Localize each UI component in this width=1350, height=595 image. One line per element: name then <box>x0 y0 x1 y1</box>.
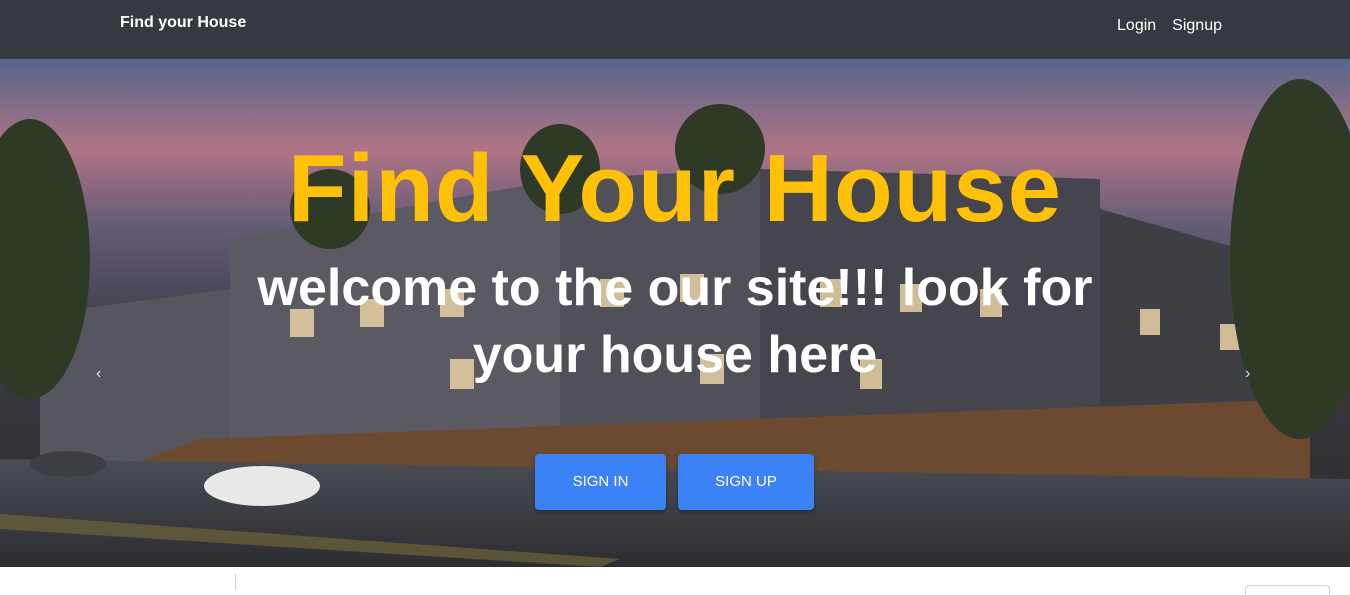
nav-login-link[interactable]: Login <box>1117 16 1156 36</box>
hero-overlay: Find Your House welcome to the our site!… <box>0 59 1350 567</box>
chevron-left-icon[interactable]: ‹ <box>96 364 101 384</box>
sign-up-button[interactable]: SIGN UP <box>678 454 814 510</box>
brand-logo[interactable]: Find your House <box>120 13 246 33</box>
divider <box>235 574 236 589</box>
hero-subtitle: welcome to the our site!!! look for your… <box>257 259 1093 384</box>
nav-signup-link[interactable]: Signup <box>1172 16 1222 36</box>
sign-in-button[interactable]: SIGN IN <box>535 454 666 510</box>
hero-title: Find Your House <box>287 135 1063 242</box>
hero-carousel: Find Your House welcome to the our site!… <box>0 59 1350 567</box>
partial-card <box>1245 585 1330 595</box>
nav-links: Login Signup <box>1117 16 1222 36</box>
chevron-right-icon[interactable]: › <box>1245 364 1250 384</box>
top-navbar: Find your House Login Signup <box>0 0 1350 59</box>
page-content-area <box>0 567 1350 595</box>
